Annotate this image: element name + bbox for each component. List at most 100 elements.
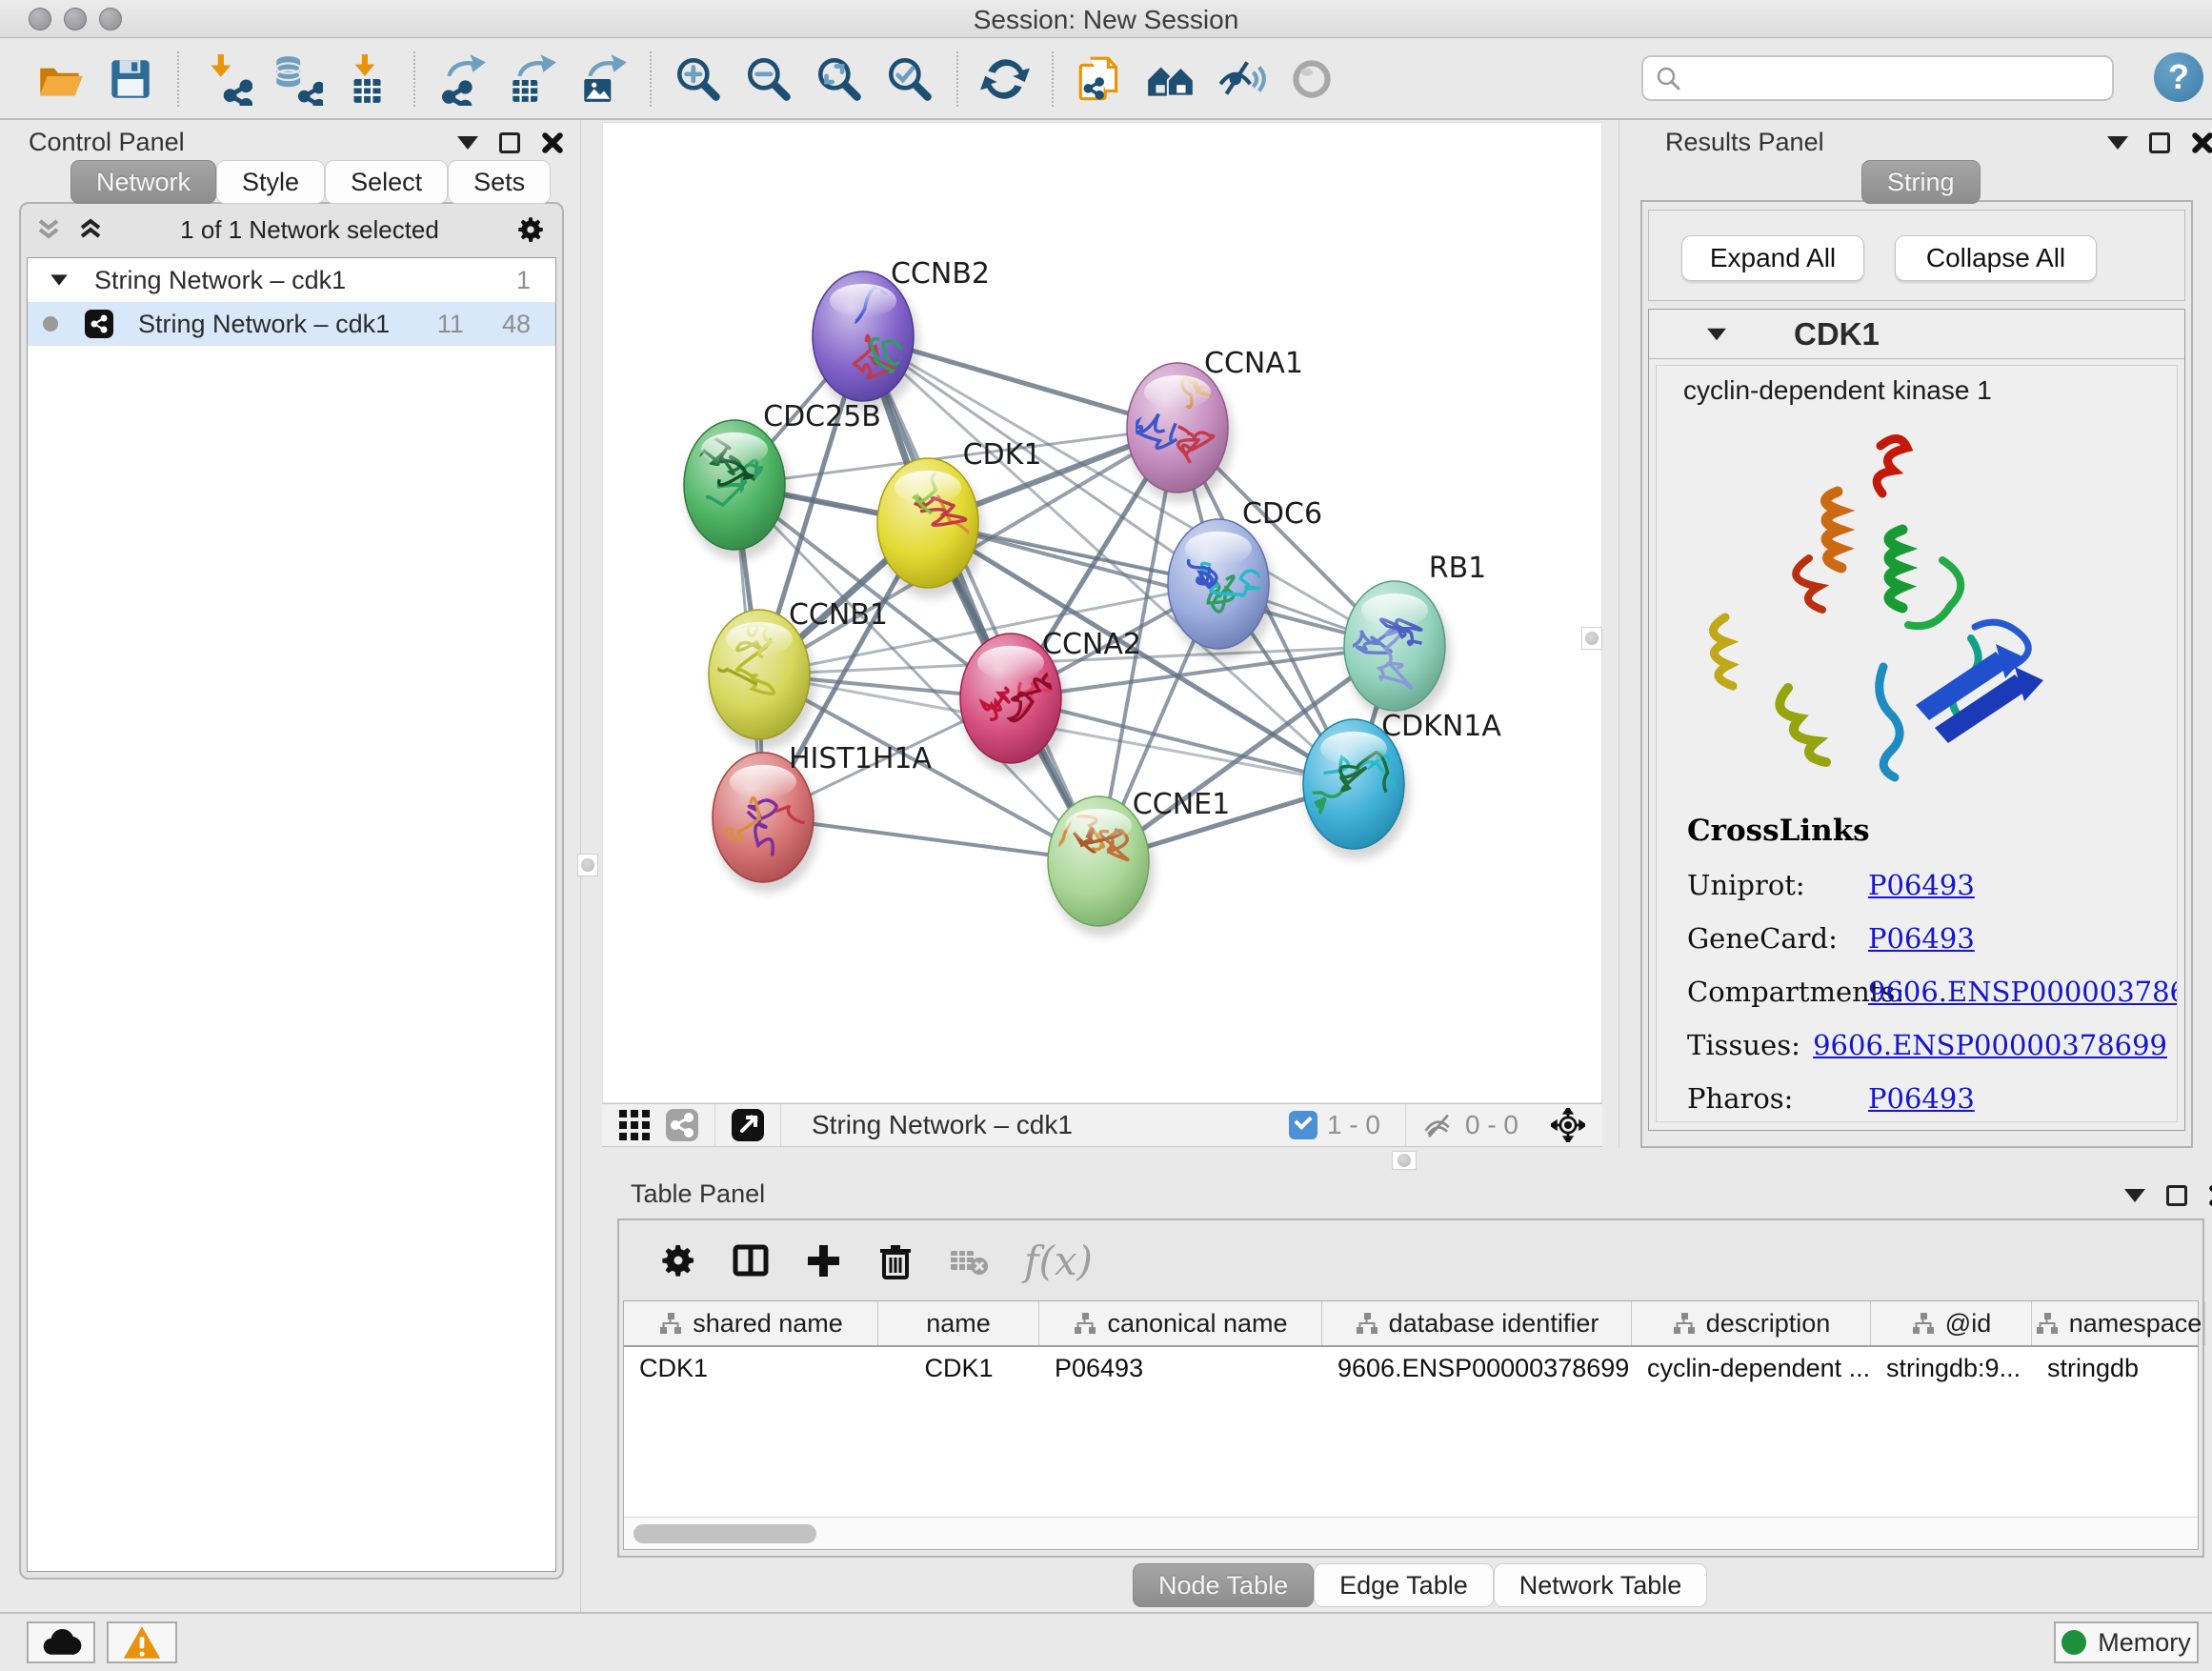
network-row[interactable]: String Network – cdk1 11 48 — [28, 302, 555, 346]
network-node-RB1[interactable]: RB1 — [1344, 552, 1486, 721]
tab-style[interactable]: Style — [216, 160, 325, 204]
tab-network[interactable]: Network — [70, 160, 216, 204]
table-row[interactable]: CDK1CDK1P064939606.ENSP00000378699cyclin… — [624, 1347, 2198, 1389]
tree-expander-icon[interactable] — [50, 274, 68, 285]
panel-menu-icon[interactable] — [2107, 136, 2128, 150]
column-header-id[interactable]: @id — [1871, 1301, 2032, 1345]
close-panel-icon[interactable] — [2208, 1184, 2212, 1207]
node-label-CCNA2: CCNA2 — [1042, 628, 1141, 661]
zoom-out-button[interactable] — [740, 50, 797, 108]
column-header-name[interactable]: name — [878, 1301, 1039, 1345]
zoom-fit-button[interactable] — [811, 50, 868, 108]
column-header-sharedname[interactable]: shared name — [624, 1301, 878, 1345]
search-input[interactable] — [1691, 64, 2112, 93]
status-bar: Memory — [0, 1612, 2212, 1671]
warnings-button[interactable] — [107, 1621, 177, 1663]
memory-button[interactable]: Memory — [2054, 1621, 2199, 1663]
network-collection-row[interactable]: String Network – cdk1 1 — [28, 258, 555, 302]
hide-selected-button[interactable] — [1213, 50, 1270, 108]
import-table-button[interactable] — [338, 50, 395, 108]
show-all-button[interactable] — [1283, 50, 1340, 108]
node-label-CCNE1: CCNE1 — [1133, 788, 1230, 821]
gene-entry-header[interactable]: CDK1 — [1649, 310, 2184, 359]
hidden-eye-icon[interactable] — [1421, 1108, 1456, 1142]
cloud-icon — [39, 1625, 83, 1660]
float-panel-icon[interactable] — [499, 132, 520, 153]
export-network-button[interactable] — [433, 50, 491, 108]
add-column-button[interactable] — [798, 1236, 848, 1285]
tab-network-table[interactable]: Network Table — [1494, 1563, 1708, 1607]
tab-sets[interactable]: Sets — [448, 160, 551, 204]
crosslink-label: Pharos: — [1687, 1082, 1868, 1115]
column-header-namespace[interactable]: namespace — [2032, 1301, 2205, 1345]
network-canvas[interactable]: CCNB2 CCNA1 CDC25BCDK1 CDC6RB1 CCNB1 CCNA2 CDK… — [603, 123, 1603, 1104]
delete-columns-button[interactable] — [871, 1236, 920, 1285]
column-header-canonicalname[interactable]: canonical name — [1039, 1301, 1322, 1345]
collapse-all-icon[interactable] — [34, 215, 63, 244]
crosslink-link[interactable]: P06493 — [1868, 1082, 1975, 1115]
tab-string[interactable]: String — [1861, 160, 1981, 204]
column-header-description[interactable]: description — [1632, 1301, 1871, 1345]
network-node-CDK1[interactable]: CDK1 — [877, 434, 1041, 598]
tab-node-table[interactable]: Node Table — [1133, 1563, 1314, 1607]
cloud-services-button[interactable] — [27, 1621, 95, 1663]
panel-menu-icon[interactable] — [2124, 1189, 2145, 1202]
network-node-CCNA2[interactable]: CCNA2 — [960, 628, 1141, 774]
network-node-CCNB2[interactable]: CCNB2 — [813, 257, 990, 412]
search-box[interactable] — [1641, 55, 2114, 101]
toggle-panes-button[interactable] — [726, 1236, 775, 1285]
first-neighbors-button[interactable] — [1142, 50, 1199, 108]
float-panel-icon[interactable] — [2149, 132, 2170, 153]
save-session-button[interactable] — [102, 50, 159, 108]
crosslink-link[interactable]: P06493 — [1868, 922, 1975, 955]
pan-crosshair-icon[interactable] — [1551, 1108, 1585, 1142]
network-node-CDC6[interactable]: CDC6 — [1168, 497, 1322, 659]
close-panel-icon[interactable] — [2191, 131, 2212, 154]
string-share-icon[interactable] — [665, 1108, 699, 1142]
network-node-CCNE1[interactable]: CCNE1 — [1029, 788, 1230, 936]
collapse-all-button[interactable]: Collapse All — [1895, 235, 2097, 281]
crosslink-link[interactable]: 9606.ENSP00000378699 — [1868, 976, 2178, 1008]
panel-menu-icon[interactable] — [457, 136, 478, 150]
column-header-databaseidentifier[interactable]: database identifier — [1322, 1301, 1632, 1345]
help-button[interactable]: ? — [2154, 52, 2203, 102]
tab-edge-table[interactable]: Edge Table — [1314, 1563, 1494, 1607]
zoom-in-button[interactable] — [670, 50, 727, 108]
table-cell: stringdb:9... — [1871, 1354, 2032, 1383]
edge-count: 48 — [502, 310, 531, 339]
crosslink-link[interactable]: 9606.ENSP00000378699 — [1813, 1029, 2167, 1061]
selected-checkbox[interactable] — [1289, 1111, 1317, 1139]
network-node-CDKN1A[interactable]: CDKN1A — [1297, 710, 1501, 859]
refresh-button[interactable] — [976, 50, 1034, 108]
float-panel-icon[interactable] — [2166, 1185, 2187, 1206]
network-node-CCNA1[interactable]: CCNA1 — [1118, 347, 1303, 503]
control-panel-title: Control Panel — [29, 128, 185, 157]
expand-all-icon[interactable] — [76, 215, 105, 244]
tab-select[interactable]: Select — [325, 160, 448, 204]
network-node-CDC25B[interactable]: CDC25B — [674, 400, 881, 560]
export-image-button[interactable] — [574, 50, 632, 108]
zoom-selected-button[interactable] — [881, 50, 938, 108]
left-splitter-handle[interactable] — [577, 854, 598, 876]
export-table-button[interactable] — [504, 50, 561, 108]
warning-icon — [121, 1623, 163, 1661]
network-options-gear-icon[interactable] — [514, 213, 547, 246]
open-in-new-window-icon[interactable] — [731, 1108, 765, 1142]
import-network-button[interactable] — [197, 50, 254, 108]
expand-all-button[interactable]: Expand All — [1681, 235, 1864, 281]
import-database-button[interactable] — [268, 50, 325, 108]
node-label-CCNB1: CCNB1 — [789, 598, 888, 632]
open-session-button[interactable] — [31, 50, 89, 108]
scrollbar-thumb[interactable] — [633, 1524, 816, 1543]
network-node-HIST1H1A[interactable]: HIST1H1A — [681, 742, 932, 893]
table-options-gear-button[interactable] — [654, 1236, 703, 1285]
collapse-entry-icon[interactable] — [1707, 328, 1726, 340]
close-panel-icon[interactable] — [541, 131, 564, 154]
crosslink-link[interactable]: P06493 — [1868, 869, 1975, 901]
table-horizontal-scrollbar[interactable] — [624, 1517, 2198, 1549]
clone-network-button[interactable] — [1072, 50, 1129, 108]
horizontal-splitter-handle[interactable] — [1392, 1151, 1417, 1170]
shared-column-icon — [1355, 1311, 1379, 1336]
right-splitter-handle[interactable] — [1581, 627, 1602, 650]
birds-eye-grid-icon[interactable] — [617, 1108, 652, 1142]
